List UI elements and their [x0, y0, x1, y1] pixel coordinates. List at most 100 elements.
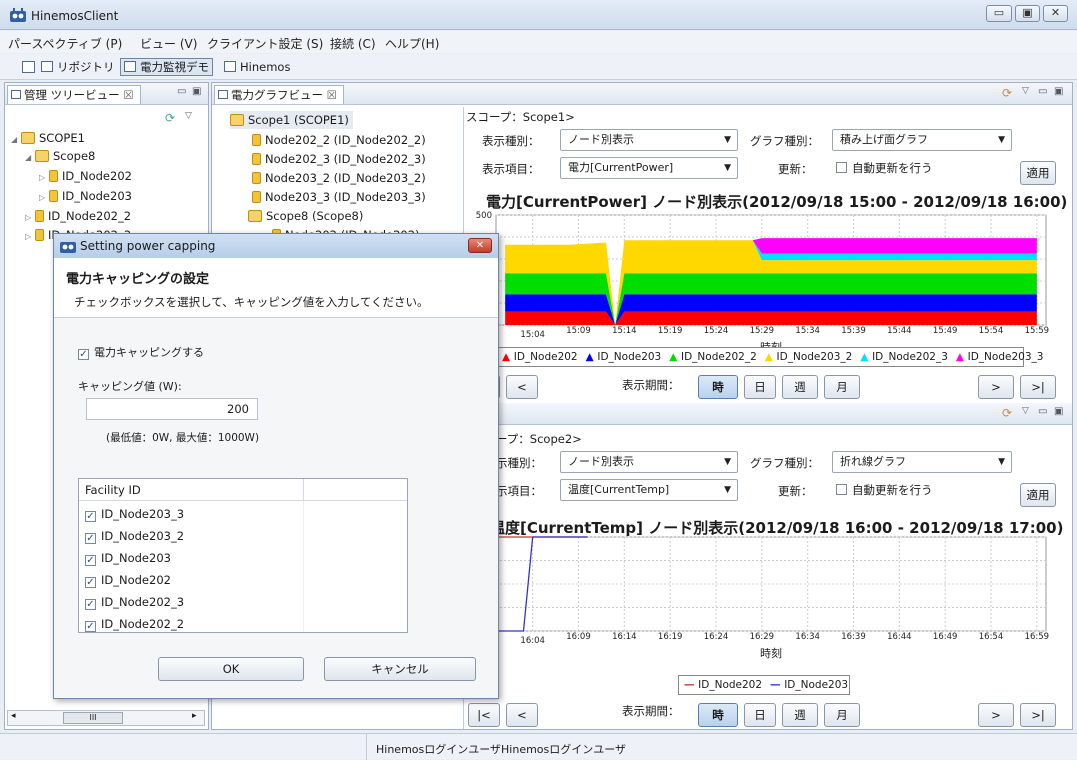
- apply-button[interactable]: 適用: [1020, 483, 1056, 507]
- graph-type-select[interactable]: 積み上げ面グラフ ▼: [832, 129, 1012, 151]
- prev-page-button[interactable]: <: [506, 375, 538, 399]
- x-tick-label: 16:29: [750, 632, 775, 642]
- legend-marker-icon: —: [770, 679, 785, 691]
- perspective-hinemos[interactable]: Hinemos: [220, 58, 294, 76]
- display-item-label: 示項目：: [496, 484, 542, 498]
- auto-update-checkbox[interactable]: 自動更新を行う: [836, 160, 933, 176]
- view-menu-icon[interactable]: ▽: [1022, 86, 1029, 96]
- scroll-thumb[interactable]: III: [63, 712, 123, 724]
- graph-type-select[interactable]: 折れ線グラフ ▼: [832, 451, 1012, 473]
- node-icon: [252, 191, 261, 203]
- maximize-view-icon[interactable]: ▣: [192, 86, 201, 97]
- period-day-button[interactable]: 日: [744, 703, 776, 727]
- refresh-icon[interactable]: ⟳: [1002, 86, 1012, 100]
- menu-client-settings[interactable]: クライアント設定 (S): [207, 35, 323, 52]
- dialog-description: チェックボックスを選択して、キャッピング値を入力してください。: [74, 295, 429, 309]
- facility-row[interactable]: ✓ ID_Node203_3: [85, 503, 184, 525]
- tree-item[interactable]: ▷ ID_Node202_2: [25, 207, 131, 225]
- display-item-label: 表示項目：: [482, 162, 540, 176]
- minimize-view-icon[interactable]: ▭: [177, 86, 186, 97]
- minimize-view-icon[interactable]: ▭: [1038, 86, 1047, 97]
- cancel-button[interactable]: キャンセル: [324, 657, 476, 681]
- node-icon: [252, 172, 261, 184]
- apply-button[interactable]: 適用: [1020, 161, 1056, 185]
- display-item-select[interactable]: 電力[CurrentPower] ▼: [560, 157, 738, 179]
- temperature-line-chart: 27.0027.2527.5027.7528.0016:0416:0916:14…: [468, 535, 1049, 660]
- tab-graph-view[interactable]: 電力グラフビュー ☒: [214, 85, 344, 104]
- scroll-left-icon[interactable]: ◂: [11, 711, 16, 721]
- view-menu-icon[interactable]: ▽: [185, 111, 192, 121]
- tree-item[interactable]: Scope8 (Scope8): [248, 207, 363, 225]
- title-bar: HinemosClient ▭ ▣ ✕: [0, 0, 1077, 30]
- menu-connect[interactable]: 接続 (C): [330, 35, 376, 52]
- legend-entry: ▲ ID_Node203_2: [765, 351, 853, 363]
- prev-page-button[interactable]: <: [506, 703, 538, 727]
- display-type-select[interactable]: ノード別表示 ▼: [560, 451, 738, 473]
- period-hour-button[interactable]: 時: [698, 375, 738, 399]
- period-day-button[interactable]: 日: [744, 375, 776, 399]
- close-tab-icon[interactable]: ☒: [327, 88, 337, 102]
- menu-bar: パースペクティブ (P) ビュー (V) クライアント設定 (S) 接続 (C)…: [0, 31, 1077, 53]
- maximize-view-icon[interactable]: ▣: [1054, 86, 1063, 97]
- period-week-button[interactable]: 週: [782, 703, 818, 727]
- display-item-select[interactable]: 温度[CurrentTemp] ▼: [560, 479, 738, 501]
- period-month-button[interactable]: 月: [824, 375, 860, 399]
- tree-item[interactable]: ▷ ID_Node202: [39, 167, 132, 185]
- chart-legend: — ID_Node202— ID_Node203: [678, 675, 850, 695]
- menu-help[interactable]: ヘルプ(H): [385, 35, 439, 52]
- display-type-label: 表示種別：: [482, 134, 540, 148]
- auto-update-checkbox[interactable]: 自動更新を行う: [836, 482, 933, 498]
- facility-row[interactable]: ✓ ID_Node203: [85, 547, 171, 569]
- menu-view[interactable]: ビュー (V): [140, 35, 197, 52]
- tree-item[interactable]: ◢ SCOPE1: [11, 129, 85, 147]
- period-hour-button[interactable]: 時: [698, 703, 738, 727]
- close-window-button[interactable]: ✕: [1043, 5, 1068, 22]
- minimize-button[interactable]: ▭: [986, 5, 1012, 22]
- capping-value-input[interactable]: 200: [86, 398, 258, 420]
- tree-item[interactable]: Scope1 (SCOPE1): [230, 111, 353, 129]
- refresh-icon[interactable]: ⟳: [165, 111, 175, 125]
- close-tab-icon[interactable]: ☒: [123, 88, 133, 102]
- view-menu-icon[interactable]: ▽: [1022, 406, 1029, 416]
- next-page-button[interactable]: >: [978, 703, 1014, 727]
- facility-row[interactable]: ✓ ID_Node203_2: [85, 525, 184, 547]
- legend-label: ID_Node203_3: [967, 351, 1044, 363]
- tree-item[interactable]: ◢ Scope8: [25, 147, 95, 165]
- perspective-repository[interactable]: リポジトリ: [37, 58, 119, 76]
- dialog-heading: 電力キャッピングの設定: [66, 272, 210, 287]
- x-tick-label: 16:24: [704, 632, 729, 642]
- display-type-select[interactable]: ノード別表示 ▼: [560, 129, 738, 151]
- perspective-power-demo[interactable]: 電力監視デモ: [120, 58, 213, 76]
- minimize-view-icon[interactable]: ▭: [1038, 406, 1047, 417]
- facility-row[interactable]: ✓ ID_Node202_2: [85, 613, 184, 635]
- menu-perspective[interactable]: パースペクティブ (P): [8, 35, 122, 52]
- enable-capping-checkbox[interactable]: ✓ 電力キャッピングする: [78, 344, 204, 360]
- x-tick-label: 16:19: [658, 632, 683, 642]
- close-icon[interactable]: ✕: [468, 238, 492, 253]
- legend-entry: ▲ ID_Node202_3: [860, 351, 948, 363]
- refresh-icon[interactable]: ⟳: [1002, 406, 1012, 420]
- facility-row[interactable]: ✓ ID_Node202: [85, 569, 171, 591]
- tree-item[interactable]: Node203_3 (ID_Node203_3): [252, 188, 426, 206]
- last-page-button[interactable]: >|: [1020, 375, 1056, 399]
- facility-row[interactable]: ✓ ID_Node202_3: [85, 591, 184, 613]
- first-page-button[interactable]: |<: [468, 703, 500, 727]
- maximize-button[interactable]: ▣: [1015, 5, 1040, 22]
- scroll-right-icon[interactable]: ▸: [192, 711, 197, 721]
- tree-item[interactable]: Node202_3 (ID_Node202_3): [252, 150, 426, 168]
- tree-item[interactable]: Node202_2 (ID_Node202_2): [252, 131, 426, 149]
- tree-item[interactable]: ▷ ID_Node203: [39, 187, 132, 205]
- graph-type-label: グラフ種別：: [750, 134, 819, 148]
- last-page-button[interactable]: >|: [1020, 703, 1056, 727]
- period-week-button[interactable]: 週: [782, 375, 818, 399]
- open-perspective-icon[interactable]: [22, 61, 35, 73]
- next-page-button[interactable]: >: [978, 375, 1014, 399]
- x-tick-label: 16:04: [520, 636, 545, 646]
- period-month-button[interactable]: 月: [824, 703, 860, 727]
- ok-button[interactable]: OK: [158, 657, 304, 681]
- tree-item[interactable]: Node203_2 (ID_Node203_2): [252, 169, 426, 187]
- legend-marker-icon: ▲: [955, 351, 968, 363]
- horizontal-scrollbar[interactable]: ◂ III ▸: [7, 710, 205, 726]
- tab-tree-view[interactable]: 管理 ツリービュー ☒: [7, 85, 141, 104]
- maximize-view-icon[interactable]: ▣: [1054, 406, 1063, 417]
